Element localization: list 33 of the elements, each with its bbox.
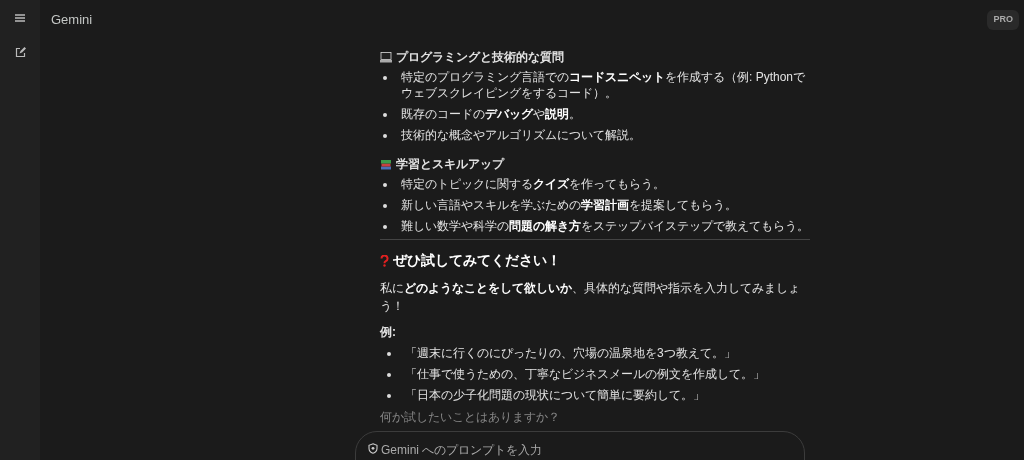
plan-badge: PRO — [987, 10, 1019, 30]
bullet — [383, 76, 387, 80]
bullet — [387, 394, 391, 398]
list-item-text: 技術的な概念やアルゴリズムについて解説。 — [401, 127, 641, 143]
example-text: 「日本の少子化問題の現状について簡単に要約して。」 — [405, 387, 705, 403]
bullet — [383, 225, 387, 229]
bullet — [383, 204, 387, 208]
shield-icon — [368, 443, 378, 454]
section-heading: 学習とスキルアップ — [396, 156, 504, 173]
question-mark-icon — [380, 254, 389, 267]
examples-label: 例: — [380, 324, 397, 341]
bullet — [387, 352, 391, 356]
prompt-field[interactable]: Gemini へのプロンプトを入力 — [381, 443, 761, 457]
bullet — [383, 134, 387, 138]
list-item-text: 新しい言語やスキルを学ぶための学習計画を提案してもらう。 — [401, 197, 737, 213]
closing-question: 何か試したいことはありますか？ — [380, 409, 561, 426]
example-text: 「仕事で使うための、丁寧なビジネスメールの例文を作成して。」 — [405, 366, 765, 382]
list-item-text: 特定のトピックに関するクイズを作ってもらう。 — [401, 176, 665, 192]
intro-paragraph: 私にどのようなことをして欲しいか、具体的な質問や指示を入力してみましょう！ — [380, 280, 801, 315]
list-item-text: 難しい数学や科学の問題の解き方をステップバイステップで教えてもらう。 — [401, 218, 809, 234]
bullet — [387, 373, 391, 377]
bullet — [383, 183, 387, 187]
app-title: Gemini — [51, 11, 93, 30]
menu-icon[interactable] — [15, 14, 25, 22]
new-chat-icon[interactable] — [14, 47, 26, 58]
bullet — [383, 113, 387, 117]
laptop-icon — [380, 51, 392, 63]
list-item-text: 既存のコードのデバッグや説明。 — [401, 106, 581, 122]
example-text: 「週末に行くのにぴったりの、穴場の温泉地を3つ教えて。」 — [405, 345, 736, 361]
books-icon — [380, 158, 392, 170]
section-heading: ぜひ試してみてください！ — [393, 251, 561, 270]
list-item-text: 特定のプログラミング言語でのコードスニペットを作成する（例: Pythonでウェブスクレイピングをするコード）。 — [401, 69, 807, 101]
section-heading: プログラミングと技術的な質問 — [396, 49, 564, 66]
